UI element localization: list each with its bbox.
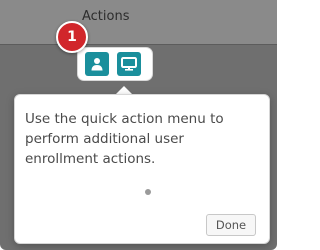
pagination-dot bbox=[145, 189, 151, 195]
user-icon bbox=[91, 58, 103, 71]
screenshot-frame: Actions 1 Use the quick action menu to p… bbox=[0, 0, 277, 250]
step-number-badge: 1 bbox=[56, 21, 88, 53]
walkthrough-popover: Use the quick action menu to perform add… bbox=[14, 94, 270, 244]
monitor-icon bbox=[121, 57, 137, 71]
popover-message: Use the quick action menu to perform add… bbox=[25, 111, 224, 167]
row-divider bbox=[0, 44, 277, 45]
device-enrollment-button[interactable] bbox=[117, 52, 141, 76]
table-header: Actions bbox=[0, 0, 277, 44]
column-header-actions: Actions bbox=[82, 9, 130, 24]
done-button[interactable]: Done bbox=[206, 214, 256, 236]
user-enrollment-button[interactable] bbox=[85, 52, 109, 76]
